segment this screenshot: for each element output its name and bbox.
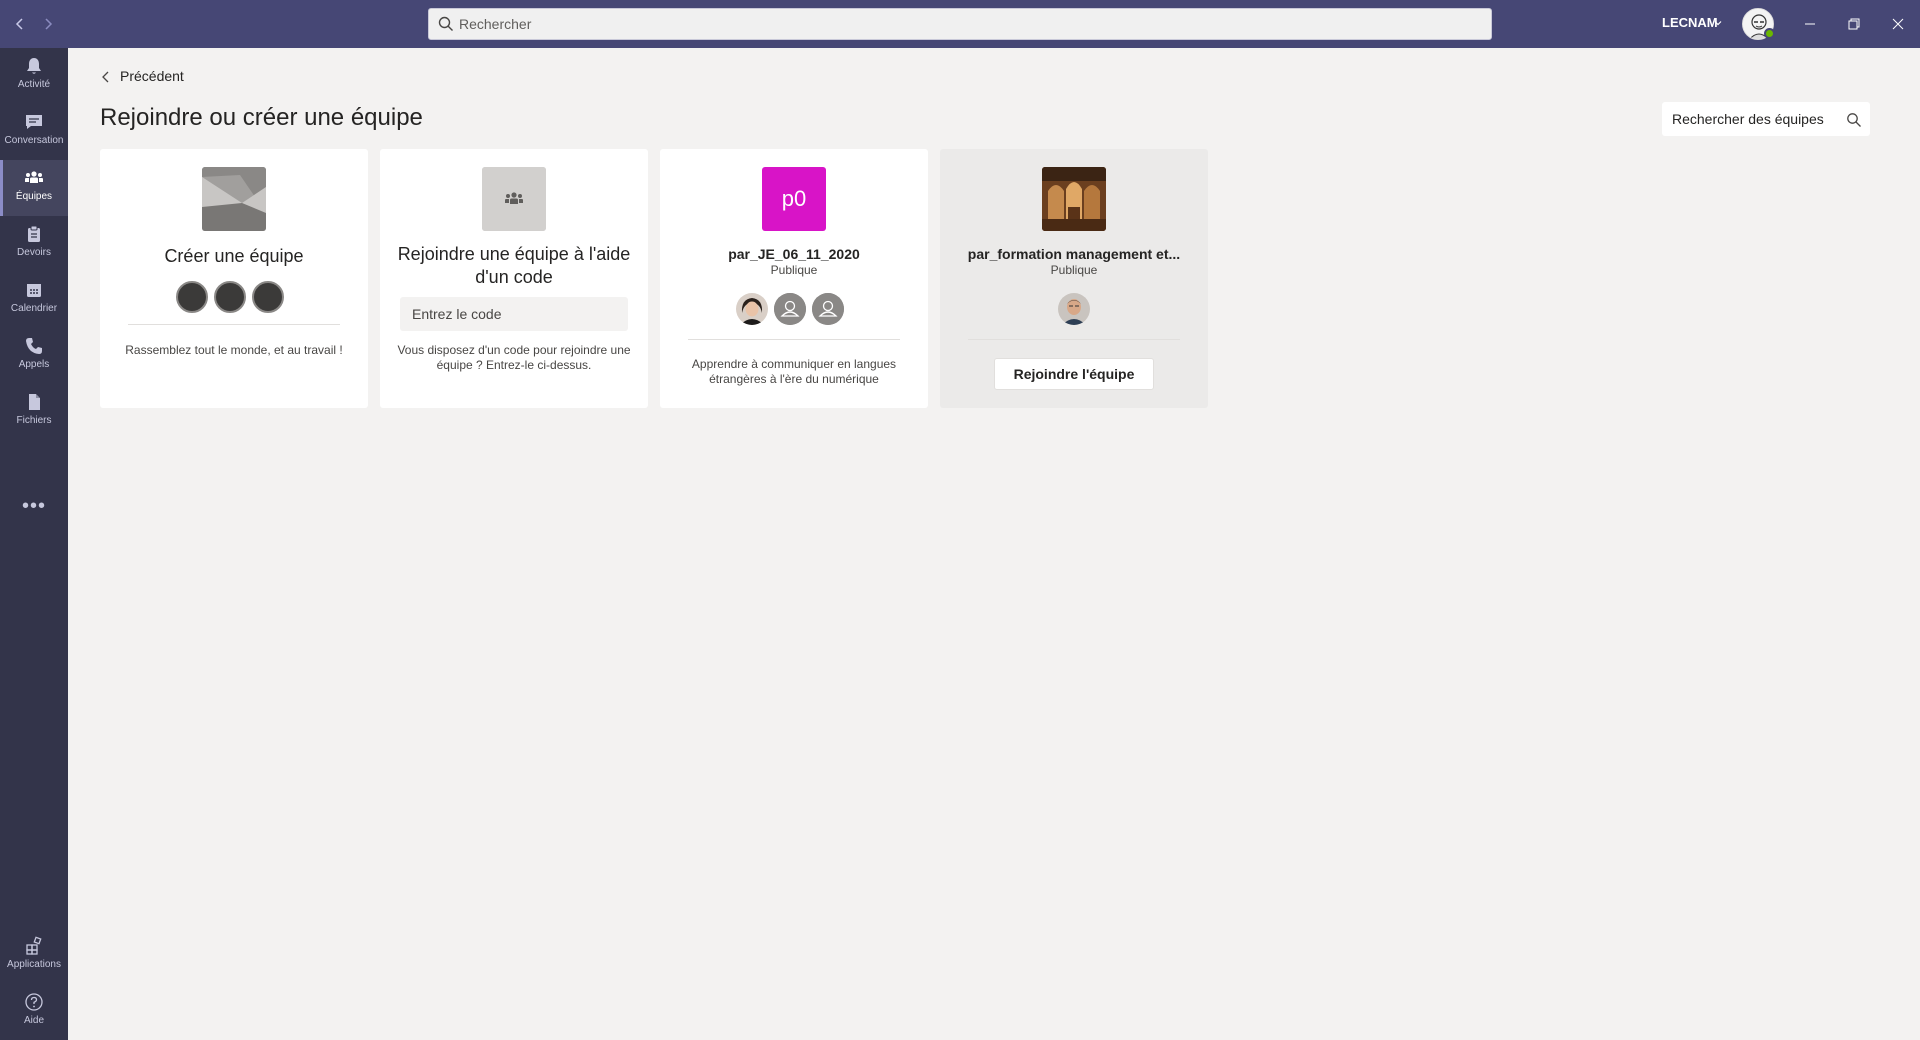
team-search-input[interactable] — [1672, 102, 1842, 136]
rail-item-assignments[interactable]: Devoirs — [0, 216, 68, 272]
rail-item-help[interactable]: Aide — [0, 984, 68, 1040]
chevron-down-icon[interactable] — [1712, 17, 1724, 29]
team-search[interactable] — [1662, 102, 1870, 136]
org-name[interactable]: LECNAM — [1662, 15, 1718, 30]
avatar — [774, 293, 806, 325]
rail-item-label: Applications — [7, 959, 61, 970]
rail-item-files[interactable]: Fichiers — [0, 384, 68, 440]
close-icon[interactable] — [1886, 12, 1910, 36]
app-rail: Activité Conversation Équipes Devoirs Ca… — [0, 48, 68, 1040]
apps-icon — [26, 936, 42, 955]
card-title: Créer une équipe — [164, 246, 304, 266]
divider — [688, 339, 900, 340]
join-code-image — [482, 167, 546, 231]
calendar-icon — [27, 284, 41, 297]
rail-item-label: Conversation — [4, 135, 64, 146]
more-apps-icon[interactable]: ••• — [0, 496, 68, 536]
team-members — [736, 293, 856, 325]
page-title: Rejoindre ou créer une équipe — [100, 104, 423, 131]
chevron-left-icon — [102, 71, 109, 83]
avatar — [252, 281, 284, 313]
team-visibility: Publique — [770, 263, 818, 277]
back-label: Précédent — [120, 68, 184, 84]
placeholder-avatars — [176, 281, 296, 313]
rail-item-label: Devoirs — [17, 247, 51, 258]
team-members — [1058, 293, 1090, 325]
phone-icon — [26, 338, 42, 354]
rail-item-teams[interactable]: Équipes — [0, 160, 68, 216]
assignments-icon — [28, 225, 40, 242]
create-team-card[interactable]: Créer une équipe Rassemblez tout le mond… — [100, 149, 368, 408]
team-photo — [1042, 167, 1106, 231]
avatar — [736, 293, 768, 325]
join-team-button[interactable]: Rejoindre l'équipe — [994, 358, 1154, 390]
rail-item-label: Équipes — [15, 191, 53, 202]
rail-item-calls[interactable]: Appels — [0, 328, 68, 384]
divider — [968, 339, 1180, 340]
join-with-code-card: Rejoindre une équipe à l'aide d'un code … — [380, 149, 648, 408]
search-input[interactable] — [459, 9, 1479, 39]
files-icon — [29, 394, 40, 410]
avatar — [812, 293, 844, 325]
back-arrow-icon[interactable] — [8, 12, 32, 36]
rail-item-label: Fichiers — [16, 415, 52, 426]
search-icon — [438, 16, 453, 31]
team-code-input[interactable] — [400, 297, 628, 331]
rail-item-apps[interactable]: Applications — [0, 928, 68, 984]
rail-item-calendar[interactable]: Calendrier — [0, 272, 68, 328]
card-description: Rassemblez tout le monde, et au travail … — [125, 343, 343, 357]
restore-icon[interactable] — [1842, 12, 1866, 36]
create-team-image — [202, 167, 266, 231]
teams-icon — [25, 171, 43, 183]
card-description: Vous disposez d'un code pour rejoindre u… — [397, 343, 631, 372]
rail-item-conversation[interactable]: Conversation — [0, 104, 68, 160]
team-initials-tile: p0 — [762, 167, 826, 231]
avatar — [176, 281, 208, 313]
minimize-icon[interactable] — [1798, 12, 1822, 36]
rail-item-activity[interactable]: Activité — [0, 48, 68, 104]
help-icon — [25, 993, 43, 1011]
forward-arrow-icon[interactable] — [36, 12, 60, 36]
team-card[interactable]: p0 par_JE_06_11_2020 Publique Apprendre … — [660, 149, 928, 408]
card-title: Rejoindre une équipe à l'aide d'un code — [397, 244, 631, 287]
rail-item-label: Appels — [18, 359, 50, 370]
chat-icon — [26, 115, 42, 129]
presence-available-icon — [1764, 28, 1775, 39]
team-card[interactable]: par_formation management et... Publique … — [940, 149, 1208, 408]
title-bar: LECNAM — [0, 0, 1920, 48]
card-description: Apprendre à communiquer en langues étran… — [691, 357, 897, 386]
team-visibility: Publique — [1050, 263, 1098, 277]
avatar — [1058, 293, 1090, 325]
rail-item-label: Activité — [17, 79, 51, 90]
rail-item-label: Aide — [23, 1015, 44, 1026]
avatar — [214, 281, 246, 313]
divider — [128, 324, 340, 325]
bell-icon — [27, 58, 41, 74]
search-icon[interactable] — [1846, 112, 1862, 128]
global-search[interactable] — [428, 8, 1492, 40]
rail-item-label: Calendrier — [10, 303, 58, 314]
